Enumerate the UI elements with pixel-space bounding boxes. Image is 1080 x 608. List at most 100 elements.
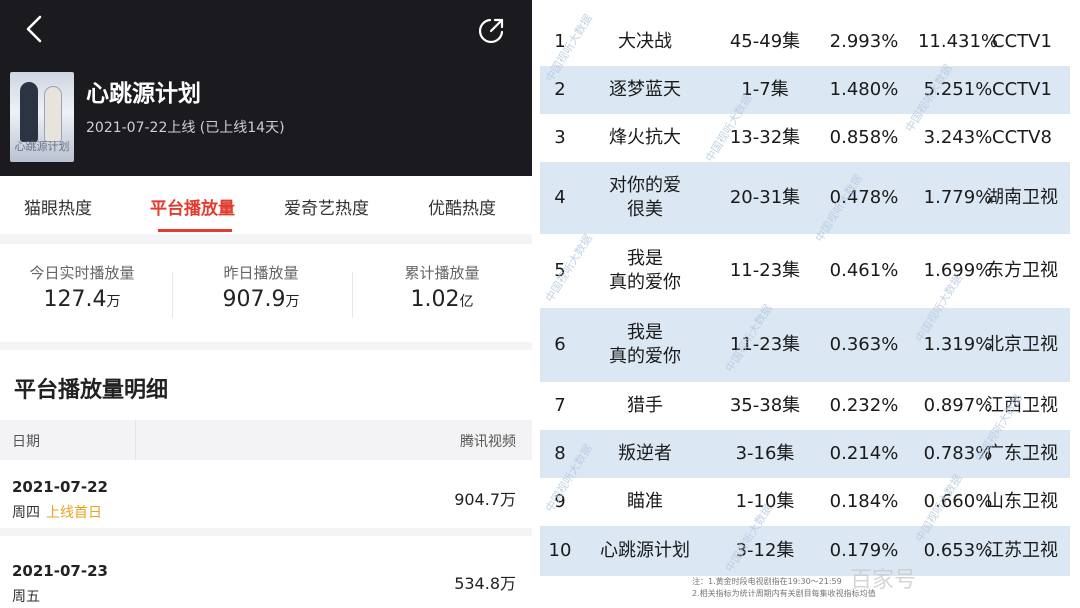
- divider: [135, 420, 136, 460]
- ranking-cell-name: 大决战: [618, 31, 672, 52]
- ranking-row: 1 大决战 45-49集 2.993% 11.431% CCTV1: [540, 18, 1070, 66]
- stat-value: 127.4万: [2, 287, 162, 312]
- ranking-row: 9 瞄准 1-10集 0.184% 0.660% 山东卫视: [540, 478, 1070, 526]
- table-note: 2.相关指标为统计周期内有关剧目每集收视指标均值: [692, 589, 876, 598]
- ranking-cell-channel: CCTV8: [992, 127, 1052, 148]
- ranking-cell-rank: 6: [554, 334, 566, 355]
- ranking-row: 3 烽火抗大 13-32集 0.858% 3.243% CCTV8: [540, 114, 1070, 162]
- ranking-cell-name: 我是 真的爱你: [609, 322, 681, 367]
- weekday-text: 周四: [12, 505, 40, 521]
- ranking-row: 10 心跳源计划 3-12集 0.179% 0.653% 江苏卫视: [540, 526, 1070, 576]
- row-amount: 534.8万: [454, 574, 516, 593]
- ranking-cell-episodes: 3-16集: [735, 443, 795, 464]
- release-info: 2021-07-22上线 (已上线14天): [86, 120, 285, 136]
- stat-total: 累计播放量 1.02亿: [362, 262, 522, 312]
- ranking-cell-name: 我是 真的爱你: [609, 248, 681, 293]
- table-row[interactable]: 2021-07-22 周四 上线首日 904.7万: [0, 460, 532, 536]
- ranking-cell-name: 心跳源计划: [600, 540, 690, 561]
- ranking-cell-episodes: 45-49集: [729, 31, 801, 52]
- section-title: 平台播放量明细: [14, 378, 169, 403]
- ranking-cell-rating: 2.993%: [829, 31, 899, 52]
- hero-header: 心跳源计划 心跳源计划 2021-07-22上线 (已上线14天): [0, 0, 532, 176]
- play-stats: 今日实时播放量 127.4万 昨日播放量 907.9万 累计播放量 1.02亿: [0, 244, 532, 342]
- stat-number: 1.02: [410, 287, 460, 312]
- tab-iqiyi-heat[interactable]: 爱奇艺热度: [284, 194, 369, 219]
- share-icon[interactable]: [476, 16, 506, 46]
- ranking-cell-episodes: 35-38集: [729, 395, 801, 416]
- ranking-cell-episodes: 11-23集: [729, 334, 801, 355]
- tab-platform-plays[interactable]: 平台播放量: [150, 194, 235, 219]
- ranking-cell-rating: 0.184%: [829, 491, 899, 512]
- ranking-row: 7 猎手 35-38集 0.232% 0.897% 江西卫视: [540, 382, 1070, 430]
- ranking-cell-rank: 5: [554, 260, 566, 281]
- poster-image[interactable]: 心跳源计划: [10, 72, 74, 162]
- screenshot: 心跳源计划 心跳源计划 2021-07-22上线 (已上线14天) 猫眼热度 平…: [0, 0, 1080, 608]
- row-date: 2021-07-22: [12, 478, 108, 496]
- divider: [172, 272, 173, 318]
- ranking-cell-episodes: 1-10集: [735, 491, 795, 512]
- tab-youku-heat[interactable]: 优酷热度: [428, 194, 496, 219]
- table-note: 注：1.黄金时段电视剧指在19:30～21:59: [692, 577, 842, 586]
- ranking-cell-rank: 2: [554, 79, 566, 100]
- ranking-cell-rank: 7: [554, 395, 566, 416]
- stat-number: 907.9: [222, 287, 286, 312]
- ranking-cell-rating: 0.232%: [829, 395, 899, 416]
- ranking-cell-rank: 8: [554, 443, 566, 464]
- stat-number: 127.4: [43, 287, 107, 312]
- ranking-cell-channel: 山东卫视: [986, 491, 1058, 512]
- ranking-row: 2 逐梦蓝天 1-7集 1.480% 5.251% CCTV1: [540, 66, 1070, 114]
- ranking-cell-rank: 1: [554, 31, 566, 52]
- ranking-cell-rating: 1.480%: [829, 79, 899, 100]
- ranking-cell-name: 逐梦蓝天: [609, 79, 681, 100]
- ranking-cell-episodes: 20-31集: [729, 187, 801, 208]
- poster-figure: [44, 86, 62, 142]
- ranking-row: 6 我是 真的爱你 11-23集 0.363% 1.319% 北京卫视: [540, 308, 1070, 382]
- ranking-cell-name: 瞄准: [627, 491, 663, 512]
- ranking-cell-channel: 湖南卫视: [986, 187, 1058, 208]
- row-amount: 904.7万: [454, 490, 516, 509]
- ranking-cell-name: 叛逆者: [618, 443, 672, 464]
- back-arrow-icon[interactable]: [20, 14, 48, 44]
- stat-unit: 万: [285, 294, 300, 310]
- premiere-tag: 上线首日: [46, 505, 102, 521]
- divider: [352, 272, 353, 318]
- ratings-table: 1 大决战 45-49集 2.993% 11.431% CCTV1 2 逐梦蓝天 1-7集 1.4…: [540, 0, 1080, 608]
- ranking-cell-rating: 0.363%: [829, 334, 899, 355]
- poster-figure: [20, 82, 38, 142]
- ranking-cell-channel: 广东卫视: [986, 443, 1058, 464]
- ranking-cell-rating: 0.214%: [829, 443, 899, 464]
- ranking-cell-episodes: 1-7集: [741, 79, 789, 100]
- ranking-cell-rating: 0.478%: [829, 187, 899, 208]
- ranking-cell-channel: 北京卫视: [986, 334, 1058, 355]
- ranking-cell-rating: 0.461%: [829, 260, 899, 281]
- ranking-row: 4 对你的爱 很美 20-31集 0.478% 1.779% 湖南卫视: [540, 162, 1070, 234]
- column-header-date: 日期: [12, 434, 40, 450]
- ranking-cell-channel: CCTV1: [992, 31, 1052, 52]
- show-title: 心跳源计划: [86, 81, 201, 107]
- ranking-cell-rank: 3: [554, 127, 566, 148]
- ranking-cell-channel: 江苏卫视: [986, 540, 1058, 561]
- panel-divider: [532, 0, 540, 608]
- stat-value: 1.02亿: [362, 287, 522, 312]
- row-date: 2021-07-23: [12, 562, 108, 580]
- ranking-cell-name: 对你的爱 很美: [609, 175, 681, 220]
- ranking-cell-channel: 东方卫视: [986, 260, 1058, 281]
- table-row[interactable]: 2021-07-23 周五 534.8万: [0, 544, 532, 608]
- table-header: 日期 腾讯视频: [0, 420, 532, 460]
- ranking-cell-episodes: 11-23集: [729, 260, 801, 281]
- stat-label: 今日实时播放量: [29, 264, 135, 282]
- stat-today: 今日实时播放量 127.4万: [2, 262, 162, 312]
- weekday-text: 周五: [12, 589, 40, 605]
- drama-detail-page: 心跳源计划 心跳源计划 2021-07-22上线 (已上线14天) 猫眼热度 平…: [0, 0, 532, 608]
- row-weekday: 周五: [12, 586, 46, 606]
- active-tab-indicator: [158, 229, 232, 232]
- ranking-cell-rank: 9: [554, 491, 566, 512]
- tab-maoyan-heat[interactable]: 猫眼热度: [24, 194, 92, 219]
- column-header-source: 腾讯视频: [460, 434, 516, 450]
- stat-label: 累计播放量: [404, 264, 480, 282]
- stat-value: 907.9万: [181, 287, 341, 312]
- stat-unit: 万: [106, 294, 121, 310]
- play-detail-section: 平台播放量明细 日期 腾讯视频 2021-07-22 周四 上线首日 904.7万…: [0, 350, 532, 608]
- ranking-cell-channel: 江西卫视: [986, 395, 1058, 416]
- ranking-cell-rank: 10: [548, 540, 572, 561]
